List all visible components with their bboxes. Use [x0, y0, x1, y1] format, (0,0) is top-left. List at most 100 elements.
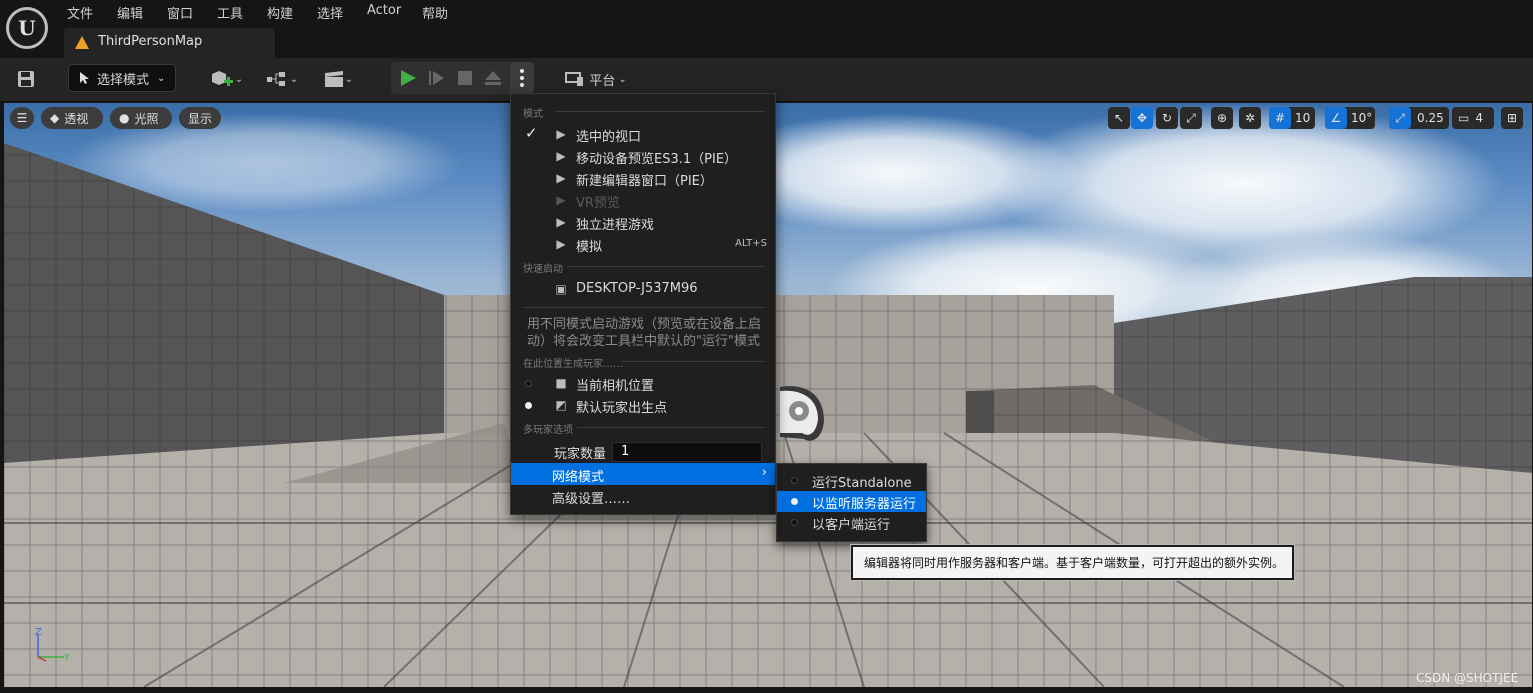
menu-item-spawn-player-start[interactable]: ◩ 默认玩家出生点: [511, 394, 775, 416]
section-header-modes: 模式: [523, 109, 543, 120]
save-icon: [18, 71, 34, 87]
play-options-button[interactable]: [510, 62, 534, 94]
radio-selected-icon: [791, 498, 798, 505]
perspective-label: 透视: [64, 111, 89, 126]
menu-window[interactable]: 窗口: [167, 3, 193, 22]
translate-tool-icon[interactable]: ✥: [1131, 107, 1153, 129]
menu-file[interactable]: 文件: [67, 3, 93, 22]
section-header-multiplayer: 多玩家选项: [523, 425, 573, 436]
step-icon: [429, 71, 444, 85]
tab-thirdpersonmap[interactable]: ThirdPersonMap: [64, 28, 275, 58]
simulate-icon: ▶: [556, 237, 566, 251]
menu-item-label: DESKTOP-J537M96: [576, 281, 698, 296]
world-space-icon[interactable]: ⊕: [1211, 107, 1233, 129]
menu-item-play-listen-server[interactable]: 以监听服务器运行: [777, 491, 926, 512]
svg-text:Y: Y: [63, 653, 70, 663]
eject-button[interactable]: [484, 70, 502, 90]
camera-icon: ■: [555, 376, 567, 390]
add-actor-button[interactable]: ⌄: [206, 64, 246, 94]
scale-snap-icon: ⤢: [1389, 107, 1411, 129]
menu-tools[interactable]: 工具: [217, 3, 243, 22]
menu-build[interactable]: 构建: [267, 3, 293, 22]
menu-item-advanced-settings[interactable]: 高级设置……: [511, 485, 775, 507]
net-mode-submenu: 运行Standalone 以监听服务器运行 以客户端运行: [776, 463, 927, 542]
grid-snap-value: 10: [1295, 111, 1311, 125]
rotate-tool-icon[interactable]: ↻: [1156, 107, 1178, 129]
rotation-snap-value: 10°: [1351, 111, 1373, 125]
menu-item-play-client[interactable]: 以客户端运行: [777, 512, 926, 533]
cinematics-button[interactable]: ⌄: [318, 64, 358, 94]
scale-snap-value: 0.25: [1417, 111, 1444, 125]
svg-text:Z: Z: [35, 627, 42, 638]
play-icon: [401, 70, 416, 86]
menu-item-label: 模拟: [576, 240, 603, 255]
camera-speed-value: 4: [1475, 111, 1483, 125]
platforms-button[interactable]: 平台 ⌄: [563, 64, 629, 94]
more-vertical-icon: [520, 69, 524, 87]
show-button[interactable]: 显示: [179, 107, 221, 129]
axis-gizmo: Z Y: [35, 627, 70, 663]
menu-item-standalone-game[interactable]: ▶ 独立进程游戏: [511, 211, 775, 233]
mode-select-dropdown[interactable]: 选择模式 ⌄: [68, 64, 176, 92]
grid-icon: #: [1269, 107, 1291, 129]
menu-edit[interactable]: 编辑: [117, 3, 143, 22]
menu-actor[interactable]: Actor: [367, 3, 401, 18]
angle-icon: ∠: [1325, 107, 1347, 129]
chevron-right-icon: ›: [761, 465, 767, 480]
menu-item-label: 运行Standalone: [812, 476, 912, 491]
menu-select[interactable]: 选择: [317, 3, 343, 22]
lighting-button[interactable]: ● 光照: [110, 107, 172, 129]
save-button[interactable]: [14, 64, 38, 94]
menu-item-spawn-camera[interactable]: ■ 当前相机位置: [511, 372, 775, 394]
chevron-down-icon: ⌄: [234, 73, 244, 85]
menu-item-mobile-preview[interactable]: ▶ 移动设备预览ES3.1（PIE）: [511, 145, 775, 167]
menu-item-selected-viewport[interactable]: ✓ ▶ 选中的视口: [511, 123, 775, 145]
menu-item-quick-launch-device[interactable]: ▣ DESKTOP-J537M96: [511, 278, 775, 300]
menu-item-label: 选中的视口: [576, 130, 642, 145]
menu-item-simulate[interactable]: ▶ 模拟 ALT+S: [511, 233, 775, 255]
scale-snap-toggle[interactable]: ⤢ 0.25: [1389, 107, 1449, 129]
shortcut-label: ALT+S: [735, 238, 767, 249]
divider: [621, 361, 765, 362]
camera-icon: ▭: [1458, 111, 1470, 125]
radio-selected-icon: [525, 402, 532, 409]
menu-help[interactable]: 帮助: [422, 3, 448, 22]
window-play-icon: ▶: [556, 171, 566, 185]
menu-item-play-standalone[interactable]: 运行Standalone: [777, 470, 926, 491]
menu-item-label: VR预览: [576, 196, 620, 211]
menu-item-label: 网络模式: [552, 470, 605, 485]
chevron-down-icon: ⌄: [157, 72, 166, 84]
stop-icon: [458, 71, 472, 85]
viewport-menu-button[interactable]: ☰: [10, 107, 34, 129]
menu-item-label: 以客户端运行: [812, 518, 891, 533]
menu-item-label: 移动设备预览ES3.1（PIE）: [576, 152, 738, 167]
chevron-down-icon: ⌄: [344, 73, 354, 85]
radio-icon: [791, 519, 798, 526]
stop-button[interactable]: [457, 70, 473, 90]
maximize-viewport-icon[interactable]: ⊞: [1501, 107, 1523, 129]
vr-play-icon: ▶: [556, 193, 566, 207]
chevron-down-icon: ⌄: [289, 73, 299, 85]
tooltip: 编辑器将同时用作服务器和客户端。基于客户端数量，可打开超出的额外实例。: [851, 545, 1294, 580]
menu-item-label: 高级设置……: [552, 492, 631, 507]
menu-item-net-mode[interactable]: 网络模式 ›: [511, 463, 775, 485]
play-button[interactable]: [399, 69, 417, 91]
lighting-label: 光照: [134, 111, 159, 126]
select-tool-icon[interactable]: ↖: [1108, 107, 1130, 129]
blueprints-button[interactable]: ⌄: [262, 64, 302, 94]
unreal-logo-icon[interactable]: U: [6, 7, 48, 49]
chevron-down-icon: ⌄: [618, 73, 627, 85]
camera-speed-button[interactable]: ▭ 4: [1452, 107, 1494, 129]
perspective-button[interactable]: ◆ 透视: [41, 107, 103, 129]
surface-snap-icon[interactable]: ✲: [1239, 107, 1261, 129]
player-count-input[interactable]: 1: [612, 442, 762, 462]
scale-tool-icon[interactable]: ⤢: [1180, 107, 1202, 129]
cube-icon: ◆: [50, 111, 60, 125]
rotation-snap-toggle[interactable]: ∠ 10°: [1325, 107, 1375, 129]
lit-sphere-icon: ●: [119, 111, 130, 125]
advance-frame-button[interactable]: [428, 69, 446, 91]
cursor-icon: [80, 72, 89, 84]
grid-snap-toggle[interactable]: # 10: [1269, 107, 1315, 129]
player-start-icon: ◩: [555, 398, 567, 412]
menu-item-new-editor-window[interactable]: ▶ 新建编辑器窗口（PIE）: [511, 167, 775, 189]
